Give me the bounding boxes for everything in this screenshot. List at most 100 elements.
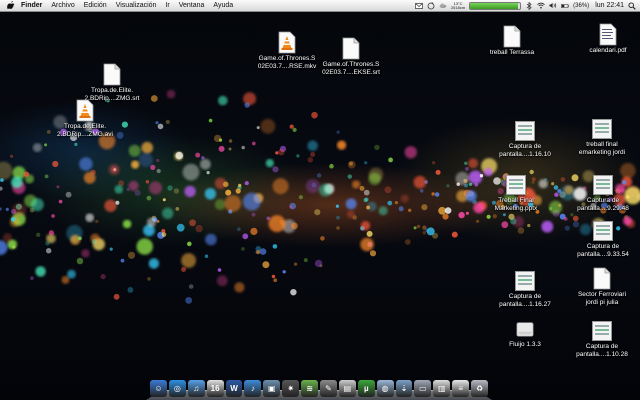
apple-menu-icon[interactable] (7, 1, 15, 10)
wifi-icon[interactable] (537, 2, 545, 10)
bokeh-dot (157, 123, 164, 130)
bokeh-dot (162, 207, 174, 219)
spotlight-search-icon[interactable] (628, 1, 636, 10)
dock-activity-icon[interactable]: ▤ (338, 380, 356, 397)
bokeh-dot (218, 145, 225, 152)
bluetooth-icon[interactable] (525, 1, 533, 10)
desktop-icon-treball-final-marketing-pptx[interactable]: Treball Final Marketing.pptx (481, 172, 551, 212)
bokeh-dot (510, 218, 517, 225)
bokeh-dot (44, 174, 49, 179)
bokeh-dot (204, 254, 209, 258)
desktop-icon-captura-1-16-27[interactable]: Captura de pantalla....1.16.27 (490, 268, 560, 308)
bokeh-dot (336, 130, 340, 134)
bokeh-dot (156, 158, 160, 163)
desktop-icon-captura-1-16-10[interactable]: Captura de pantalla....1.16.10 (490, 118, 560, 158)
bokeh-dot (346, 210, 355, 219)
bokeh-dot (189, 219, 197, 227)
bokeh-dot (250, 227, 258, 235)
dock-itunes-icon[interactable]: ♪ (244, 380, 262, 397)
bokeh-dot (10, 217, 16, 222)
bokeh-dot (294, 262, 298, 266)
mail-icon[interactable] (415, 2, 423, 10)
menu-ir[interactable]: Ir (165, 2, 169, 9)
dock-xcode-icon[interactable]: ✎ (320, 380, 337, 397)
bokeh-dot (553, 185, 559, 190)
bokeh-dot (213, 134, 222, 143)
bokeh-dot (291, 222, 298, 230)
dock-documents-icon[interactable]: ▭ (414, 380, 432, 397)
dock-notes-icon[interactable]: ≡ (452, 380, 470, 397)
dock-finder-icon[interactable]: ☺ (150, 380, 167, 397)
dock-utorrent-icon[interactable]: µ (357, 380, 375, 397)
menu-ayuda[interactable]: Ayuda (213, 2, 233, 9)
bokeh-dot (0, 240, 8, 255)
menu-finder[interactable]: Finder (21, 2, 42, 9)
bokeh-dot (426, 227, 435, 236)
desktop-icon-fluijo[interactable]: Fluijo 1.3.3 (490, 316, 560, 349)
bokeh-dot (551, 182, 555, 186)
bokeh-dot (201, 156, 205, 160)
menu-archivo[interactable]: Archivo (51, 2, 74, 9)
desktop-icon-captura-9-29-48[interactable]: Captura de pantalla....9.29.48 (568, 172, 638, 212)
sync-icon[interactable] (427, 2, 435, 10)
bokeh-dot (554, 192, 559, 197)
bokeh-dot (347, 174, 352, 179)
vlc-file-icon (75, 98, 95, 123)
dock: ☺ ◎ ♫ 16 W ♪ ▣ ✷ ≋ ✎ ▤ µ ◍ ⇣ ▭ ▥ ≡ ♻ (146, 371, 492, 400)
desktop-icon-sector-ferroviari[interactable]: Sector Ferroviari jordi pi julia (567, 266, 637, 306)
dock-itunes-store-icon[interactable]: ♫ (187, 380, 205, 397)
dock-stack-icon[interactable]: ▥ (433, 380, 451, 397)
weather-readout[interactable]: 13°C 2518cm (451, 1, 465, 10)
bokeh-dot (275, 151, 279, 155)
bokeh-dot (384, 186, 392, 194)
desktop-icon-treball-final-emarketing[interactable]: treball final emarketing jordi (567, 116, 637, 156)
dock-downloads-icon[interactable]: ⇣ (395, 380, 413, 397)
dock-safari-icon[interactable]: ◎ (168, 380, 186, 397)
dock-ical-icon[interactable]: 16 (206, 380, 224, 397)
desktop-icon-label: Captura de pantalla....1.16.27 (499, 293, 551, 308)
bokeh-dot (100, 274, 106, 280)
dock-burn-icon[interactable]: ✷ (282, 380, 300, 397)
volume-icon[interactable] (549, 2, 557, 10)
desktop-icon-got-srt[interactable]: Game.of.Thrones.S 02E03.7....EKSE.srt (316, 36, 386, 76)
desktop-icon-captura-9-33-54[interactable]: Captura de pantalla....9.33.54 (568, 218, 638, 258)
desktop-icon-treball-terrassa[interactable]: treball Terrassa (477, 24, 547, 57)
menu-clock[interactable]: lun 22:41 (595, 2, 624, 9)
menu-ventana[interactable]: Ventana (179, 2, 205, 9)
cloud-weather-icon[interactable] (439, 2, 447, 10)
bokeh-dot (238, 183, 242, 187)
desktop-icon-label: Captura de pantalla....1.16.10 (499, 143, 551, 158)
thumb-file-icon (593, 172, 613, 197)
dock-apps: ☺ ◎ ♫ 16 W ♪ ▣ ✷ ≋ ✎ ▤ µ ◍ ⇣ ▭ ▥ ≡ ♻ (150, 377, 489, 397)
bokeh-dot (278, 149, 285, 156)
desktop-icon-captura-1-10-28[interactable]: Captura de pantalla....1.10.28 (567, 318, 637, 358)
desktop-icon-tropa-de-elite-avi[interactable]: Tropa.de.Elite. 2.BDRip....ZMG.avi (50, 98, 120, 138)
menu-edicion[interactable]: Edición (84, 2, 107, 9)
thumb-file-icon (592, 318, 612, 343)
bokeh-dot (111, 166, 118, 173)
bokeh-dot (570, 213, 574, 217)
desktop-icon-label: Captura de pantalla....1.10.28 (576, 343, 628, 358)
dock-word-icon[interactable]: W (225, 380, 243, 397)
dock-trash-icon[interactable]: ♻ (471, 380, 489, 397)
desktop-icon-got-mkv[interactable]: Game.of.Thrones.S 02E03.7....RSE.mkv (252, 30, 322, 70)
dock-spotify-icon[interactable]: ≋ (301, 380, 319, 397)
desktop-icon-calendari-pdf[interactable]: calendari.pdf (573, 22, 640, 55)
bokeh-dot (378, 206, 388, 216)
bokeh-dot (298, 195, 303, 200)
bokeh-dot (465, 211, 469, 215)
bokeh-dot (44, 143, 48, 147)
menu-visualizacion[interactable]: Visualización (116, 2, 157, 9)
bokeh-dot (165, 119, 170, 125)
dock-iphoto-icon[interactable]: ▣ (263, 380, 281, 397)
bokeh-dot (206, 171, 210, 175)
bokeh-dot (282, 270, 286, 274)
battery-level-bar[interactable] (469, 1, 522, 10)
desktop-icon-tropa-de-elite-srt[interactable]: Tropa.de.Elite. 2.BDRip....ZMG.srt (77, 62, 147, 102)
battery-icon[interactable] (561, 2, 569, 10)
bokeh-dot (2, 233, 13, 243)
bokeh-dot (175, 207, 180, 211)
dock-preview-icon[interactable]: ◍ (376, 380, 394, 397)
bokeh-dot (272, 166, 279, 173)
bokeh-dot (444, 207, 452, 214)
